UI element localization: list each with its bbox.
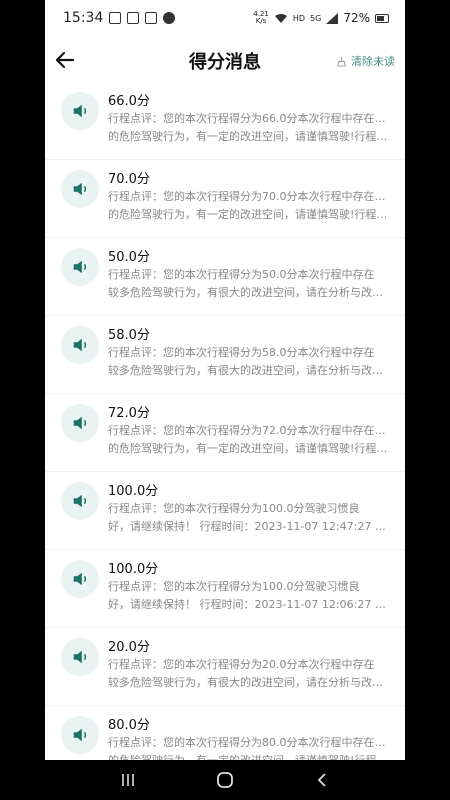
speaker-icon xyxy=(61,404,99,442)
speaker-icon xyxy=(61,560,99,598)
back-nav-button[interactable] xyxy=(310,768,334,792)
network-type: 5G xyxy=(310,13,322,23)
message-text: 行程点评：您的本次行程得分为50.0分本次行程中存在较多危险驾驶行为，有很大的改… xyxy=(108,266,393,302)
speaker-icon xyxy=(61,92,99,130)
message-text: 行程点评：您的本次行程得分为100.0分驾驶习惯良好，请继续保持！ 行程时间：2… xyxy=(108,578,393,614)
app-icon xyxy=(145,12,158,24)
message-line: 行程点评：您的本次行程得分为80.0分本次行程中存在少量 xyxy=(108,736,393,749)
hd-label: HD xyxy=(292,13,306,23)
message-score: 50.0分 xyxy=(108,250,150,265)
clear-unread-button[interactable]: 清除未读 xyxy=(336,53,395,69)
message-line: 行程点评：您的本次行程得分为20.0分本次行程中存在 xyxy=(108,658,375,671)
message-score: 66.0分 xyxy=(108,94,150,109)
message-text: 行程点评：您的本次行程得分为58.0分本次行程中存在较多危险驾驶行为，有很大的改… xyxy=(108,344,393,380)
home-button[interactable] xyxy=(213,768,237,792)
message-line: 行程点评：您的本次行程得分为66.0分本次行程中存在少量 xyxy=(108,112,393,125)
message-line: 好，请继续保持！ 行程时间：2023-11-07 12:47:27 至 ... xyxy=(108,520,393,533)
message-line: 的危险驾驶行为，有一定的改进空间，请谨慎驾驶!行程时... xyxy=(108,130,393,143)
message-line: 行程点评：您的本次行程得分为72.0分本次行程中存在少量 xyxy=(108,424,393,437)
list-item[interactable]: 100.0分 行程点评：您的本次行程得分为100.0分驾驶习惯良好，请继续保持！… xyxy=(45,550,405,628)
app-screen: 15:34 4.21 K/s HD 5G 72% 得分消息 清除未读 66.0分… xyxy=(45,0,405,760)
list-item[interactable]: 66.0分 行程点评：您的本次行程得分为66.0分本次行程中存在少量 的危险驾驶行… xyxy=(45,82,405,160)
home-icon xyxy=(217,772,233,788)
message-line: 行程点评：您的本次行程得分为70.0分本次行程中存在少量 xyxy=(108,190,393,203)
message-text: 行程点评：您的本次行程得分为20.0分本次行程中存在较多危险驾驶行为，有很大的改… xyxy=(108,656,393,692)
message-text: 行程点评：您的本次行程得分为80.0分本次行程中存在少量的危险驾驶行为，有一定的… xyxy=(108,734,393,760)
message-score: 58.0分 xyxy=(108,328,150,343)
speaker-icon xyxy=(61,638,99,676)
message-score: 100.0分 xyxy=(108,484,159,499)
message-line: 行程点评：您的本次行程得分为100.0分驾驶习惯良 xyxy=(108,580,360,593)
message-score: 100.0分 xyxy=(108,562,159,577)
message-text: 行程点评：您的本次行程得分为72.0分本次行程中存在少量 的危险驾驶行为，有一定的… xyxy=(108,422,393,458)
message-line: 的危险驾驶行为，有一定的改进空间，请谨慎驾驶!行程时... xyxy=(108,442,393,455)
message-line: 较多危险驾驶行为，有很大的改进空间，请在分析与改善... xyxy=(108,286,393,299)
message-line: 较多危险驾驶行为，有很大的改进空间，请在分析与改善... xyxy=(108,364,393,377)
recents-button[interactable] xyxy=(116,768,140,792)
notification-icon xyxy=(109,12,122,24)
list-item[interactable]: 72.0分 行程点评：您的本次行程得分为72.0分本次行程中存在少量 的危险驾驶行… xyxy=(45,394,405,472)
badge-icon xyxy=(163,12,176,24)
network-speed: 4.21 K/s xyxy=(253,11,269,25)
message-list: 66.0分 行程点评：您的本次行程得分为66.0分本次行程中存在少量 的危险驾驶行… xyxy=(45,82,405,760)
broom-icon xyxy=(337,56,346,67)
message-line: 行程点评：您的本次行程得分为50.0分本次行程中存在 xyxy=(108,268,375,281)
message-score: 80.0分 xyxy=(108,718,150,733)
network-speed-unit: K/s xyxy=(255,17,267,25)
status-bar: 15:34 4.21 K/s HD 5G 72% xyxy=(45,0,405,36)
gallery-icon xyxy=(127,12,140,24)
message-score: 72.0分 xyxy=(108,406,150,421)
speaker-icon xyxy=(61,716,99,754)
clear-unread-label: 清除未读 xyxy=(351,55,395,68)
speaker-icon xyxy=(61,170,99,208)
message-line: 的危险驾驶行为，有一定的改进空间，请谨慎驾驶!行程时... xyxy=(108,752,393,760)
back-icon xyxy=(317,773,326,787)
message-text: 行程点评：您的本次行程得分为70.0分本次行程中存在少量 的危险驾驶行为，有一定的… xyxy=(108,188,393,224)
message-line: 的危险驾驶行为，有一定的改进空间，请谨慎驾驶!行程时... xyxy=(108,208,393,221)
message-line: 好，请继续保持！ 行程时间：2023-11-07 12:06:27 至 ... xyxy=(108,598,393,611)
message-score: 70.0分 xyxy=(108,172,150,187)
recents-icon xyxy=(122,774,135,786)
message-text: 行程点评：您的本次行程得分为66.0分本次行程中存在少量 的危险驾驶行为，有一定的… xyxy=(108,110,393,146)
speaker-icon xyxy=(61,326,99,364)
message-line: 较多危险驾驶行为，有很大的改进空间，请在分析与改善... xyxy=(108,676,393,689)
list-item[interactable]: 50.0分 行程点评：您的本次行程得分为50.0分本次行程中存在较多危险驾驶行为… xyxy=(45,238,405,316)
message-score: 20.0分 xyxy=(108,640,150,655)
wifi-icon xyxy=(274,13,287,23)
message-line: 行程点评：您的本次行程得分为58.0分本次行程中存在 xyxy=(108,346,375,359)
speaker-icon xyxy=(61,248,99,286)
list-item[interactable]: 58.0分 行程点评：您的本次行程得分为58.0分本次行程中存在较多危险驾驶行为… xyxy=(45,316,405,394)
status-time: 15:34 xyxy=(63,10,104,26)
list-item[interactable]: 20.0分 行程点评：您的本次行程得分为20.0分本次行程中存在较多危险驾驶行为… xyxy=(45,628,405,706)
signal-icon xyxy=(326,12,339,24)
battery-icon xyxy=(375,13,389,23)
battery-percent: 72% xyxy=(343,11,370,25)
message-line: 行程点评：您的本次行程得分为100.0分驾驶习惯良 xyxy=(108,502,360,515)
list-item[interactable]: 80.0分 行程点评：您的本次行程得分为80.0分本次行程中存在少量的危险驾驶行… xyxy=(45,706,405,760)
list-item[interactable]: 70.0分 行程点评：您的本次行程得分为70.0分本次行程中存在少量 的危险驾驶行… xyxy=(45,160,405,238)
system-nav-bar xyxy=(0,760,450,800)
speaker-icon xyxy=(61,482,99,520)
page-header: 得分消息 清除未读 xyxy=(45,38,405,82)
message-text: 行程点评：您的本次行程得分为100.0分驾驶习惯良好，请继续保持！ 行程时间：2… xyxy=(108,500,393,536)
list-item[interactable]: 100.0分 行程点评：您的本次行程得分为100.0分驾驶习惯良好，请继续保持！… xyxy=(45,472,405,550)
